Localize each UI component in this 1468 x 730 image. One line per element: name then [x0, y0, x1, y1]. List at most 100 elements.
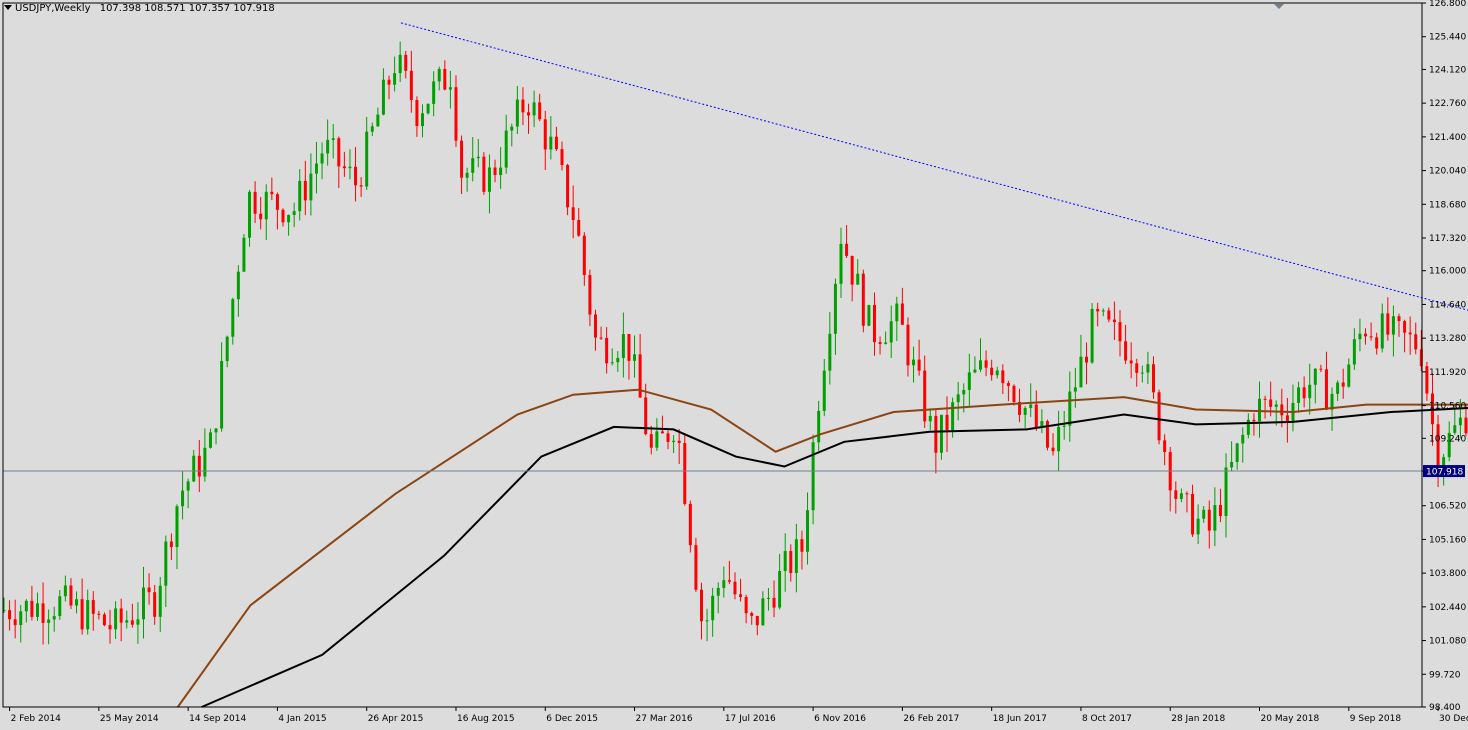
candle [97, 610, 101, 620]
candle-body [700, 589, 703, 622]
candle [772, 580, 776, 618]
candle [370, 122, 374, 137]
candle [621, 312, 625, 378]
candle-body [527, 112, 531, 116]
candle [376, 107, 380, 127]
candle-body [1336, 382, 1340, 394]
y-tick-label: 111.920 [1429, 368, 1466, 378]
x-tick-label: 27 Mar 2016 [636, 714, 693, 724]
candle [337, 136, 341, 189]
candle-body [1302, 387, 1306, 399]
candle-body [1151, 364, 1155, 393]
candle-body [314, 163, 318, 174]
candle-body [69, 585, 73, 606]
candle [1124, 324, 1128, 365]
x-tick-label: 17 Jul 2016 [725, 714, 776, 724]
candle [86, 589, 90, 635]
y-tick-label: 124.120 [1429, 65, 1466, 75]
candle-body [979, 360, 982, 370]
candle [1023, 406, 1027, 429]
candle [705, 608, 709, 642]
candle [599, 326, 603, 341]
candle [554, 126, 558, 152]
candle-body [688, 503, 692, 546]
candle-body [499, 167, 503, 176]
candle-body [582, 235, 586, 276]
candle-body [1274, 404, 1278, 407]
candle [527, 103, 531, 134]
candle-body [292, 211, 296, 216]
candle-body [1012, 385, 1016, 402]
candle-body [610, 362, 614, 364]
candle [939, 414, 943, 460]
candle [80, 578, 84, 635]
candle [270, 177, 274, 201]
candle-body [1213, 505, 1217, 531]
candle-body [493, 167, 497, 176]
candle [24, 599, 28, 623]
candle [1040, 409, 1044, 434]
candle [967, 353, 971, 407]
candle-body [471, 158, 475, 173]
candle [850, 255, 854, 302]
x-tick-label: 6 Nov 2016 [814, 714, 866, 724]
candle [633, 335, 637, 378]
candle [421, 104, 424, 138]
candle-body [1241, 434, 1245, 444]
candle [415, 96, 419, 137]
candle [471, 136, 475, 182]
candle [700, 582, 703, 640]
candle [102, 612, 106, 627]
candle [164, 535, 168, 608]
candle [538, 93, 542, 122]
candle-body [1403, 321, 1407, 333]
candle-body [275, 194, 279, 210]
x-tick-label: 30 Dec 2018 [1439, 714, 1468, 724]
x-tick-label: 20 May 2018 [1261, 714, 1320, 724]
candle-body [677, 440, 681, 443]
candle-body [158, 585, 162, 617]
candle [1001, 364, 1005, 394]
candle [806, 492, 810, 565]
y-tick-label: 116.000 [1429, 267, 1466, 277]
candle-body [248, 191, 252, 238]
candle-body [164, 541, 168, 586]
candle [460, 135, 464, 195]
candle-body [192, 455, 196, 482]
candle-body [1453, 425, 1457, 433]
price-chart[interactable]: 126.800 125.440 124.120 122.760 121.400 120.0… [0, 0, 1468, 730]
candle [281, 208, 285, 227]
candle-body [1324, 369, 1328, 410]
candle [1230, 441, 1234, 472]
candle [1096, 302, 1100, 327]
candle-body [884, 342, 888, 344]
scroll-marker-icon [1274, 4, 1284, 9]
candle [833, 278, 837, 355]
candle-body [828, 333, 832, 371]
candle-body [817, 410, 821, 443]
candle [923, 355, 927, 428]
candle [549, 116, 553, 160]
candle-body [1107, 310, 1111, 320]
chart-window[interactable]: USDJPY,Weekly 107.398 108.571 107.357 10… [0, 0, 1468, 730]
candle-body [1397, 316, 1401, 322]
candle [181, 471, 185, 520]
candle [683, 435, 687, 506]
x-tick-label: 26 Feb 2017 [903, 714, 959, 724]
candle [63, 575, 67, 602]
candle-body [169, 541, 173, 547]
candle-body [889, 321, 893, 343]
candle [1218, 488, 1222, 523]
candle-body [1319, 368, 1323, 370]
candle [387, 75, 391, 100]
candle-body [806, 510, 810, 552]
candle [504, 114, 508, 174]
candle-body [912, 359, 916, 366]
candle [582, 232, 586, 286]
candle [1191, 484, 1195, 537]
candle [30, 585, 34, 621]
candle-body [811, 442, 815, 511]
candle [543, 110, 547, 171]
candle-body [1185, 493, 1189, 495]
candle [1352, 328, 1356, 370]
